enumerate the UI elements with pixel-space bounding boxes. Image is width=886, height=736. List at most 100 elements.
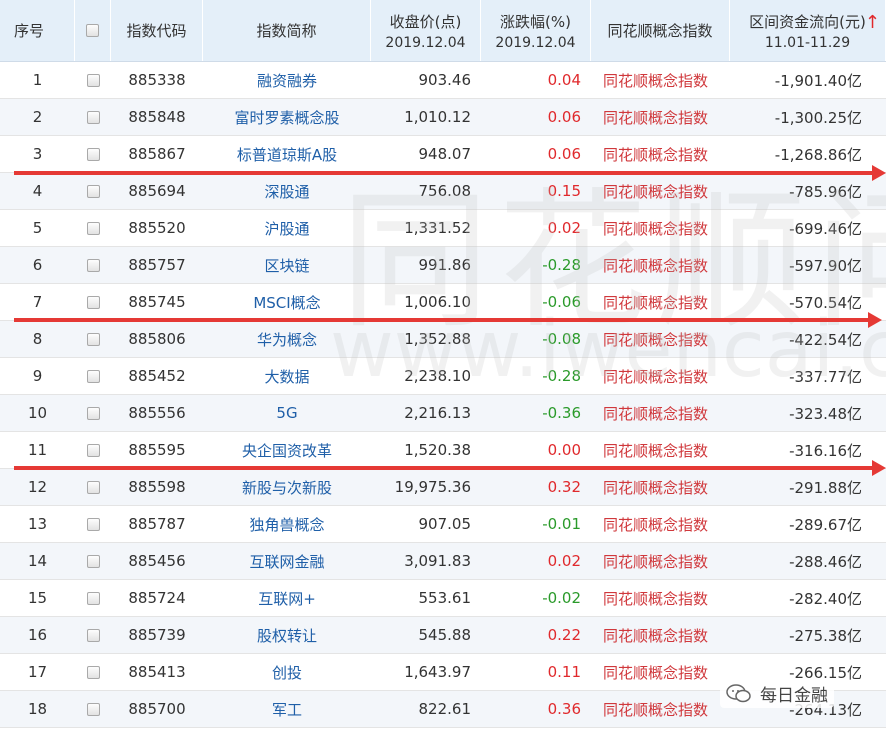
row-checkbox[interactable]	[86, 147, 100, 161]
index-name-link[interactable]: 5G	[276, 404, 297, 422]
row-checkbox-cell[interactable]	[75, 691, 111, 727]
row-name[interactable]: 深股通	[203, 173, 371, 209]
row-concept[interactable]: 同花顺概念指数	[591, 99, 730, 135]
row-concept[interactable]: 同花顺概念指数	[591, 321, 730, 357]
row-checkbox-cell[interactable]	[75, 62, 111, 98]
concept-link[interactable]: 同花顺概念指数	[603, 514, 708, 535]
index-name-link[interactable]: 新股与次新股	[242, 477, 332, 498]
index-name-link[interactable]: 区块链	[264, 255, 309, 276]
row-name[interactable]: 互联网+	[203, 580, 371, 616]
index-name-link[interactable]: 华为概念	[257, 329, 317, 350]
row-checkbox-cell[interactable]	[75, 580, 111, 616]
header-change[interactable]: 涨跌幅(%) 2019.12.04	[481, 0, 591, 61]
table-row[interactable]: 9 885452 大数据 2,238.10 -0.28 同花顺概念指数 -337.77亿	[0, 358, 886, 395]
concept-link[interactable]: 同花顺概念指数	[603, 551, 708, 572]
row-concept[interactable]: 同花顺概念指数	[591, 284, 730, 320]
concept-link[interactable]: 同花顺概念指数	[603, 366, 708, 387]
row-name[interactable]: 股权转让	[203, 617, 371, 653]
row-name[interactable]: 沪股通	[203, 210, 371, 246]
concept-link[interactable]: 同花顺概念指数	[603, 440, 708, 461]
table-row[interactable]: 3 885867 标普道琼斯A股 948.07 0.06 同花顺概念指数 -1,268.86…	[0, 136, 886, 173]
header-concept[interactable]: 同花顺概念指数	[591, 0, 730, 61]
row-name[interactable]: 大数据	[203, 358, 371, 394]
table-row[interactable]: 1 885338 融资融券 903.46 0.04 同花顺概念指数 -1,901.40亿	[0, 62, 886, 99]
row-concept[interactable]: 同花顺概念指数	[591, 469, 730, 505]
row-name[interactable]: 富时罗素概念股	[203, 99, 371, 135]
row-concept[interactable]: 同花顺概念指数	[591, 691, 730, 727]
select-all-checkbox[interactable]	[86, 24, 99, 37]
concept-link[interactable]: 同花顺概念指数	[603, 625, 708, 646]
row-checkbox-cell[interactable]	[75, 506, 111, 542]
row-checkbox-cell[interactable]	[75, 247, 111, 283]
row-name[interactable]: 融资融券	[203, 62, 371, 98]
row-name[interactable]: MSCI概念	[203, 284, 371, 320]
concept-link[interactable]: 同花顺概念指数	[603, 699, 708, 720]
row-checkbox-cell[interactable]	[75, 432, 111, 468]
row-checkbox-cell[interactable]	[75, 617, 111, 653]
row-name[interactable]: 独角兽概念	[203, 506, 371, 542]
table-row[interactable]: 4 885694 深股通 756.08 0.15 同花顺概念指数 -785.96亿	[0, 173, 886, 210]
index-name-link[interactable]: 富时罗素概念股	[234, 107, 339, 128]
row-checkbox-cell[interactable]	[75, 136, 111, 172]
index-name-link[interactable]: 军工	[272, 699, 302, 720]
row-name[interactable]: 创投	[203, 654, 371, 690]
table-row[interactable]: 2 885848 富时罗素概念股 1,010.12 0.06 同花顺概念指数 -1,300.…	[0, 99, 886, 136]
header-seq[interactable]: 序号	[0, 0, 75, 61]
row-checkbox[interactable]	[86, 258, 100, 272]
index-name-link[interactable]: 互联网金融	[249, 551, 324, 572]
row-concept[interactable]: 同花顺概念指数	[591, 432, 730, 468]
concept-link[interactable]: 同花顺概念指数	[603, 292, 708, 313]
table-row[interactable]: 5 885520 沪股通 1,331.52 0.02 同花顺概念指数 -699.46亿	[0, 210, 886, 247]
concept-link[interactable]: 同花顺概念指数	[603, 144, 708, 165]
concept-link[interactable]: 同花顺概念指数	[603, 70, 708, 91]
table-row[interactable]: 8 885806 华为概念 1,352.88 -0.08 同花顺概念指数 -422.54亿	[0, 321, 886, 358]
row-checkbox-cell[interactable]	[75, 469, 111, 505]
concept-link[interactable]: 同花顺概念指数	[603, 403, 708, 424]
row-checkbox[interactable]	[86, 665, 100, 679]
index-name-link[interactable]: 沪股通	[264, 218, 309, 239]
row-checkbox-cell[interactable]	[75, 173, 111, 209]
table-row[interactable]: 16 885739 股权转让 545.88 0.22 同花顺概念指数 -275.38亿	[0, 617, 886, 654]
index-name-link[interactable]: 深股通	[264, 181, 309, 202]
header-close[interactable]: 收盘价(点) 2019.12.04	[371, 0, 481, 61]
row-checkbox-cell[interactable]	[75, 543, 111, 579]
row-concept[interactable]: 同花顺概念指数	[591, 62, 730, 98]
header-checkbox-cell[interactable]	[75, 0, 111, 61]
row-name[interactable]: 军工	[203, 691, 371, 727]
row-checkbox[interactable]	[86, 406, 100, 420]
row-checkbox-cell[interactable]	[75, 358, 111, 394]
row-concept[interactable]: 同花顺概念指数	[591, 654, 730, 690]
row-checkbox-cell[interactable]	[75, 210, 111, 246]
row-concept[interactable]: 同花顺概念指数	[591, 580, 730, 616]
row-name[interactable]: 5G	[203, 395, 371, 431]
row-name[interactable]: 互联网金融	[203, 543, 371, 579]
row-name[interactable]: 区块链	[203, 247, 371, 283]
index-name-link[interactable]: 独角兽概念	[249, 514, 324, 535]
row-checkbox[interactable]	[86, 554, 100, 568]
concept-link[interactable]: 同花顺概念指数	[603, 662, 708, 683]
row-concept[interactable]: 同花顺概念指数	[591, 395, 730, 431]
concept-link[interactable]: 同花顺概念指数	[603, 107, 708, 128]
table-row[interactable]: 11 885595 央企国资改革 1,520.38 0.00 同花顺概念指数 -316.16…	[0, 432, 886, 469]
row-checkbox[interactable]	[86, 295, 100, 309]
table-row[interactable]: 12 885598 新股与次新股 19,975.36 0.32 同花顺概念指数 -291.8…	[0, 469, 886, 506]
table-row[interactable]: 7 885745 MSCI概念 1,006.10 -0.06 同花顺概念指数 -570.54…	[0, 284, 886, 321]
index-name-link[interactable]: MSCI概念	[253, 292, 320, 313]
row-concept[interactable]: 同花顺概念指数	[591, 210, 730, 246]
row-concept[interactable]: 同花顺概念指数	[591, 247, 730, 283]
concept-link[interactable]: 同花顺概念指数	[603, 218, 708, 239]
row-name[interactable]: 华为概念	[203, 321, 371, 357]
row-checkbox[interactable]	[86, 110, 100, 124]
concept-link[interactable]: 同花顺概念指数	[603, 329, 708, 350]
row-checkbox-cell[interactable]	[75, 395, 111, 431]
concept-link[interactable]: 同花顺概念指数	[603, 588, 708, 609]
header-name[interactable]: 指数简称	[203, 0, 371, 61]
index-name-link[interactable]: 央企国资改革	[242, 440, 332, 461]
concept-link[interactable]: 同花顺概念指数	[603, 477, 708, 498]
row-checkbox[interactable]	[86, 369, 100, 383]
row-name[interactable]: 新股与次新股	[203, 469, 371, 505]
header-flow[interactable]: 区间资金流向(元) 11.01-11.29 ↑	[730, 0, 886, 61]
table-row[interactable]: 15 885724 互联网+ 553.61 -0.02 同花顺概念指数 -282.40亿	[0, 580, 886, 617]
index-name-link[interactable]: 标普道琼斯A股	[237, 144, 337, 165]
row-concept[interactable]: 同花顺概念指数	[591, 136, 730, 172]
